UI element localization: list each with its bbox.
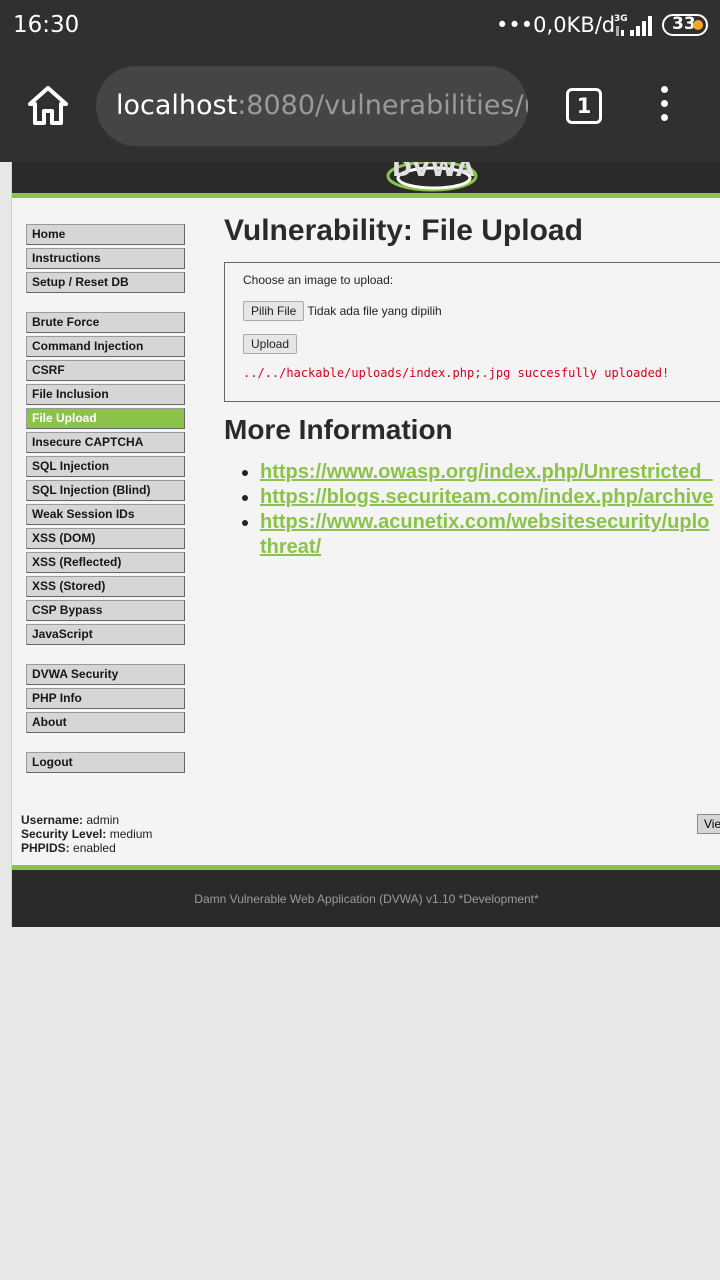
- security-level-label: Security Level:: [21, 827, 107, 841]
- security-level-value: medium: [109, 827, 153, 841]
- footer: Damn Vulnerable Web Application (DVWA) v…: [12, 865, 720, 927]
- upload-label: Choose an image to upload:: [243, 273, 394, 287]
- page-title: Vulnerability: File Upload: [224, 214, 583, 247]
- sidebar-item-xss-reflected[interactable]: XSS (Reflected): [26, 552, 185, 573]
- page-content: DVWA Home Instructions Setup / Reset DB Br…: [11, 162, 720, 927]
- sidebar-item-xss-stored[interactable]: XSS (Stored): [26, 576, 185, 597]
- home-icon[interactable]: [26, 84, 70, 128]
- tab-switcher-button[interactable]: 1: [566, 88, 602, 124]
- svg-text:DVWA: DVWA: [392, 162, 475, 182]
- sidebar-item-sql-injection-blind[interactable]: SQL Injection (Blind): [26, 480, 185, 501]
- phpids-label: PHPIDS:: [21, 841, 70, 855]
- battery-icon: 33: [662, 14, 708, 36]
- session-info: Username: admin Security Level: medium P…: [21, 813, 152, 855]
- sidebar-item-instructions[interactable]: Instructions: [26, 248, 185, 269]
- upload-form: Choose an image to upload: Pilih File Ti…: [224, 262, 720, 402]
- owasp-link[interactable]: https://www.owasp.org/index.php/Unrestri…: [260, 460, 720, 485]
- more-vert-icon[interactable]: [652, 86, 676, 126]
- choose-file-button[interactable]: Pilih File: [243, 301, 305, 321]
- securiteam-link[interactable]: https://blogs.securiteam.com/index.php/a…: [260, 485, 720, 510]
- sidebar-item-sql-injection[interactable]: SQL Injection: [26, 456, 185, 477]
- sidebar-item-php-info[interactable]: PHP Info: [26, 688, 185, 709]
- acunetix-link-cont[interactable]: threat/: [260, 535, 720, 560]
- sidebar-item-weak-session-ids[interactable]: Weak Session IDs: [26, 504, 185, 525]
- sidebar-item-file-upload[interactable]: File Upload: [26, 408, 185, 429]
- list-item: https://blogs.securiteam.com/index.php/a…: [242, 485, 720, 510]
- phpids-value: enabled: [73, 841, 116, 855]
- sidebar-item-about[interactable]: About: [26, 712, 185, 733]
- signal-type: 3G: [614, 14, 628, 24]
- url-path: :8080/vulnerabilities/u: [237, 90, 528, 121]
- more-info-heading: More Information: [224, 414, 453, 445]
- sidebar-item-file-inclusion[interactable]: File Inclusion: [26, 384, 185, 405]
- upload-button[interactable]: Upload: [243, 334, 298, 354]
- footer-text: Damn Vulnerable Web Application (DVWA) v…: [194, 892, 539, 906]
- sidebar-item-dvwa-security[interactable]: DVWA Security: [26, 664, 185, 685]
- list-item: https://www.acunetix.com/websitesecurity…: [242, 510, 720, 560]
- list-item: https://www.owasp.org/index.php/Unrestri…: [242, 460, 720, 485]
- sidebar-item-setup-reset-db[interactable]: Setup / Reset DB: [26, 272, 185, 293]
- sidebar-item-javascript[interactable]: JavaScript: [26, 624, 185, 645]
- sidebar-item-csrf[interactable]: CSRF: [26, 360, 185, 381]
- address-bar[interactable]: localhost:8080/vulnerabilities/u: [96, 66, 528, 146]
- sidebar-item-home[interactable]: Home: [26, 224, 185, 245]
- network-speed: •••0,0KB/d: [496, 13, 616, 37]
- view-source-button[interactable]: Vie: [697, 814, 720, 834]
- sidebar-item-command-injection[interactable]: Command Injection: [26, 336, 185, 357]
- clock: 16:30: [13, 12, 80, 38]
- sidebar-item-insecure-captcha[interactable]: Insecure CAPTCHA: [26, 432, 185, 453]
- sidebar-menu: Home Instructions Setup / Reset DB Brute F…: [26, 224, 186, 776]
- username-value: admin: [86, 813, 120, 827]
- upload-result-message: ../../hackable/uploads/index.php;.jpg su…: [243, 366, 670, 380]
- more-info-links: https://www.owasp.org/index.php/Unrestri…: [242, 460, 720, 560]
- sidebar-item-brute-force[interactable]: Brute Force: [26, 312, 185, 333]
- signal-icon: 3G: [614, 14, 652, 36]
- status-bar: 16:30 •••0,0KB/d 3G 33: [0, 0, 720, 52]
- username-label: Username:: [21, 813, 84, 827]
- acunetix-link[interactable]: https://www.acunetix.com/websitesecurity…: [260, 510, 720, 535]
- url-host: localhost: [116, 90, 238, 121]
- browser-toolbar: localhost:8080/vulnerabilities/u 1: [0, 52, 720, 162]
- no-file-text: Tidak ada file yang dipilih: [307, 304, 442, 318]
- sidebar-item-csp-bypass[interactable]: CSP Bypass: [26, 600, 185, 621]
- dvwa-logo: DVWA: [386, 162, 478, 192]
- dvwa-header: DVWA: [12, 162, 720, 198]
- sidebar-item-xss-dom[interactable]: XSS (DOM): [26, 528, 185, 549]
- sidebar-item-logout[interactable]: Logout: [26, 752, 185, 773]
